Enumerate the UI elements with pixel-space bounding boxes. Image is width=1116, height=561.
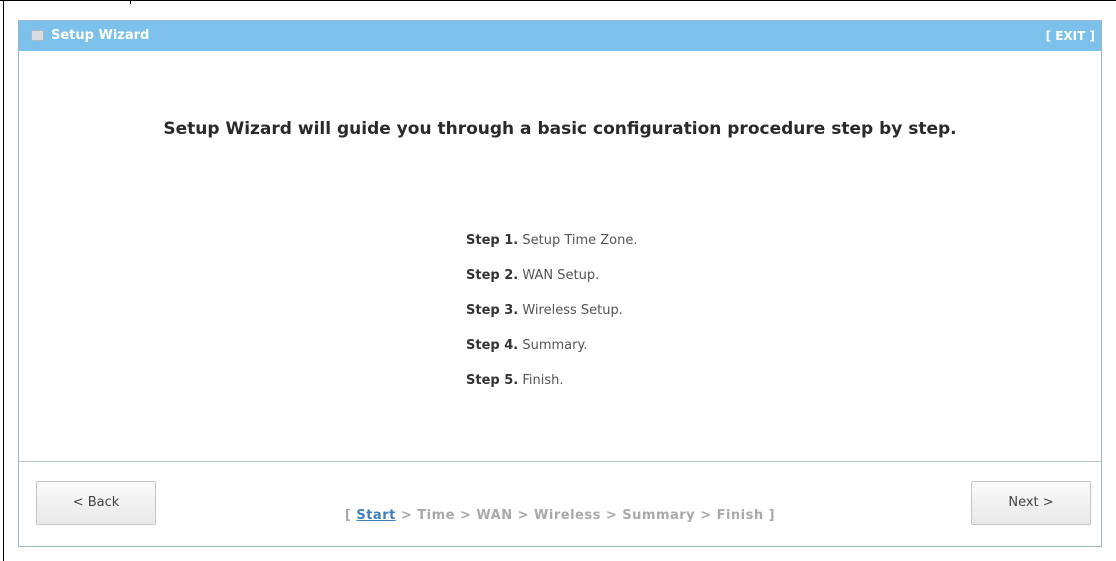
intro-text: Setup Wizard will guide you through a ba… (163, 119, 957, 139)
page-border (0, 0, 1116, 1)
wizard-title: Setup Wizard (51, 28, 150, 43)
step-description: WAN Setup. (518, 268, 600, 283)
step-item: Step 4. Summary. (466, 338, 638, 373)
footer-divider (19, 461, 1101, 462)
step-number: Step 2. (466, 268, 519, 283)
exit-link[interactable]: [ EXIT ] (1046, 29, 1095, 43)
step-description: Finish. (518, 373, 564, 388)
progress-remaining-steps: > Time > WAN > Wireless > Summary > Fini… (395, 508, 776, 523)
step-item: Step 1. Setup Time Zone. (466, 233, 638, 268)
wizard-progress-breadcrumb: [ Start > Time > WAN > Wireless > Summar… (19, 508, 1101, 523)
step-item: Step 5. Finish. (466, 373, 638, 408)
wizard-titlebar: Setup Wizard [ EXIT ] (19, 21, 1101, 51)
page-border-left (3, 0, 4, 561)
step-number: Step 5. (466, 373, 519, 388)
step-list: Step 1. Setup Time Zone. Step 2. WAN Set… (466, 233, 638, 408)
step-number: Step 3. (466, 303, 519, 318)
page-border-tick (130, 0, 131, 4)
setup-wizard-panel: Setup Wizard [ EXIT ] Setup Wizard will … (18, 20, 1102, 547)
step-description: Setup Time Zone. (518, 233, 638, 248)
step-description: Wireless Setup. (518, 303, 623, 318)
window-icon (31, 30, 44, 41)
step-item: Step 3. Wireless Setup. (466, 303, 638, 338)
next-button[interactable]: Next > (971, 481, 1091, 525)
step-item: Step 2. WAN Setup. (466, 268, 638, 303)
step-number: Step 4. (466, 338, 519, 353)
step-number: Step 1. (466, 233, 519, 248)
progress-current-step[interactable]: Start (356, 508, 395, 523)
progress-open-bracket: [ (344, 508, 357, 523)
step-description: Summary. (518, 338, 588, 353)
